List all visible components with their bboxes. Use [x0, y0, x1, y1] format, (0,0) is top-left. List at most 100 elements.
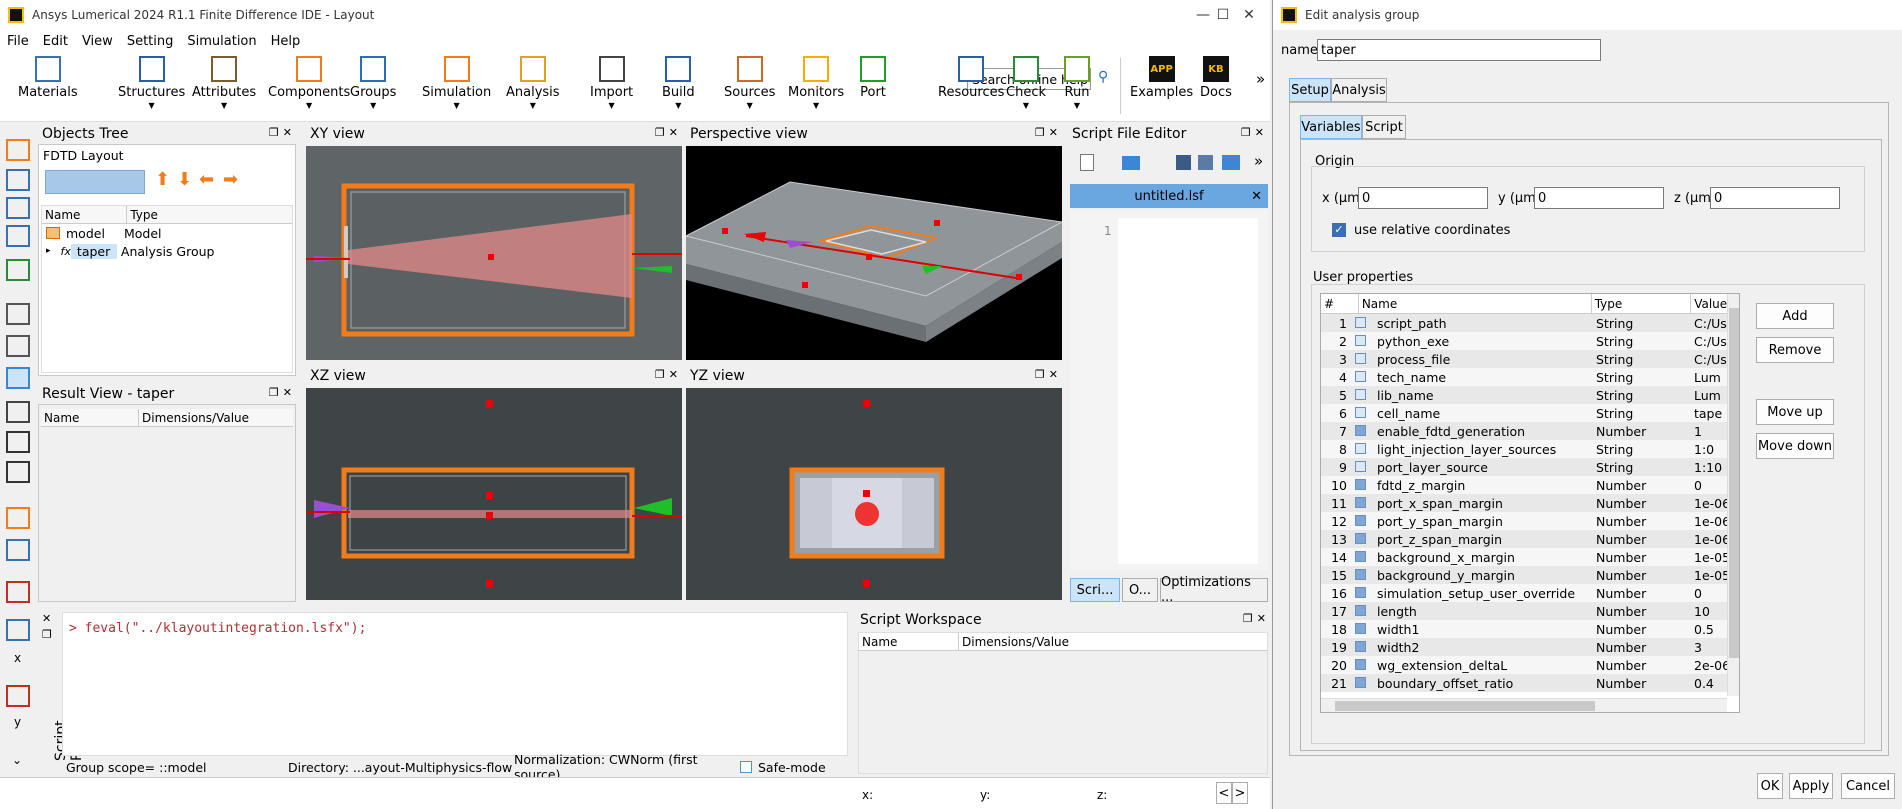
- origin-y-input[interactable]: [1534, 187, 1664, 209]
- dropdown-arrow-icon[interactable]: ▼: [1023, 102, 1029, 110]
- property-row[interactable]: 4 tech_name String Lum: [1321, 368, 1727, 386]
- property-row[interactable]: 2 python_exe String C:/Us: [1321, 332, 1727, 350]
- dropdown-arrow-icon[interactable]: ▼: [306, 102, 312, 110]
- property-row[interactable]: 8 light_injection_layer_sources String 1:0: [1321, 440, 1727, 458]
- chevron-down-icon[interactable]: ⌄: [12, 753, 22, 767]
- x-slice-icon[interactable]: [6, 581, 30, 603]
- float-icon[interactable]: ❐: [655, 126, 665, 139]
- table-icon[interactable]: [6, 507, 30, 529]
- hscroll-thumb[interactable]: [1335, 701, 1595, 711]
- property-row[interactable]: 6 cell_name String tape: [1321, 404, 1727, 422]
- add-button[interactable]: Add: [1756, 303, 1834, 329]
- trash-icon[interactable]: [6, 259, 30, 281]
- close-panel-icon[interactable]: ✕: [1257, 612, 1266, 625]
- close-panel-icon[interactable]: ✕: [283, 386, 292, 399]
- tab-variables[interactable]: Variables: [1300, 115, 1362, 139]
- tab-optimizations[interactable]: Optimizations ...: [1160, 575, 1268, 605]
- origin-x-input[interactable]: [1358, 187, 1488, 209]
- menu-edit[interactable]: Edit: [36, 34, 75, 49]
- menu-help[interactable]: Help: [264, 34, 308, 49]
- property-row[interactable]: 3 process_file String C:/Us: [1321, 350, 1727, 368]
- float-icon[interactable]: ✕: [42, 612, 51, 625]
- arrow-left-icon[interactable]: ⬅: [199, 169, 214, 190]
- dropdown-arrow-icon[interactable]: ▼: [370, 102, 376, 110]
- name-input[interactable]: [1317, 39, 1601, 61]
- property-row[interactable]: 9 port_layer_source String 1:10: [1321, 458, 1727, 476]
- menu-simulation[interactable]: Simulation: [180, 34, 263, 49]
- next-button[interactable]: >: [1232, 782, 1248, 804]
- run-button[interactable]: Run ▼: [1064, 56, 1090, 110]
- docs-button[interactable]: KB Docs: [1200, 56, 1232, 100]
- menu-file[interactable]: File: [0, 34, 36, 49]
- vertical-scrollbar[interactable]: [1727, 294, 1739, 696]
- sources-button[interactable]: Sources ▼: [724, 56, 775, 110]
- property-row[interactable]: 11 port_x_span_margin Number 1e-06: [1321, 494, 1727, 512]
- folder-icon[interactable]: [1222, 155, 1240, 170]
- remove-button[interactable]: Remove: [1756, 337, 1834, 363]
- zoom-icon[interactable]: [6, 335, 30, 357]
- multi-shape-icon[interactable]: [6, 225, 30, 247]
- script-editor-tab[interactable]: untitled.lsf ✕: [1070, 184, 1268, 208]
- xz-view-canvas[interactable]: [306, 388, 682, 600]
- close-panel-icon[interactable]: ✕: [283, 126, 292, 139]
- groups-button[interactable]: Groups ▼: [350, 56, 396, 110]
- cancel-button[interactable]: Cancel: [1841, 773, 1895, 799]
- dropdown-arrow-icon[interactable]: ▼: [149, 102, 155, 110]
- arrow-down-icon[interactable]: ⬇: [177, 169, 192, 190]
- relative-coords-checkbox[interactable]: ✓: [1332, 223, 1346, 237]
- expand-arrow-icon[interactable]: ▸: [46, 246, 51, 256]
- property-row[interactable]: 16 simulation_setup_user_override Number 0: [1321, 584, 1727, 602]
- components-button[interactable]: Components ▼: [268, 56, 350, 110]
- property-row[interactable]: 18 width1 Number 0.5: [1321, 620, 1727, 638]
- ruler-icon[interactable]: [6, 401, 30, 423]
- resources-button[interactable]: Resources: [938, 56, 1004, 100]
- property-row[interactable]: 15 background_y_margin Number 1e-05: [1321, 566, 1727, 584]
- property-row[interactable]: 19 width2 Number 3: [1321, 638, 1727, 656]
- col-type[interactable]: Type: [1592, 294, 1692, 313]
- close-panel-icon[interactable]: ✕: [1049, 368, 1058, 381]
- xy-view-canvas[interactable]: [306, 146, 682, 360]
- tab-output[interactable]: O...: [1122, 578, 1158, 602]
- ok-button[interactable]: OK: [1757, 773, 1783, 799]
- property-row[interactable]: 21 boundary_offset_ratio Number 0.4: [1321, 674, 1727, 692]
- arrow-right-icon[interactable]: ➡: [223, 169, 238, 190]
- tab-script-prompt[interactable]: Scri...: [1070, 578, 1120, 602]
- float-icon[interactable]: ❐: [269, 126, 279, 139]
- float-icon[interactable]: ❐: [269, 386, 279, 399]
- pyramid-icon[interactable]: [6, 169, 30, 191]
- toolbar-more-icon[interactable]: »: [1256, 70, 1265, 88]
- property-row[interactable]: 14 background_x_margin Number 1e-05: [1321, 548, 1727, 566]
- close-panel-icon[interactable]: ✕: [1255, 126, 1264, 139]
- editor-more-icon[interactable]: »: [1254, 152, 1263, 170]
- close-icon[interactable]: ✕: [1226, 0, 1272, 30]
- xy-slice-icon[interactable]: [6, 619, 30, 641]
- search-icon[interactable]: ⚲: [1098, 69, 1108, 85]
- simulation-button[interactable]: Simulation ▼: [422, 56, 491, 110]
- float-icon[interactable]: ❐: [1035, 126, 1045, 139]
- dropdown-arrow-icon[interactable]: ▼: [1074, 102, 1080, 110]
- origin-z-input[interactable]: [1710, 187, 1840, 209]
- open-file-icon[interactable]: [1122, 156, 1140, 170]
- tab-analysis[interactable]: Analysis: [1331, 78, 1387, 102]
- tree-row-model[interactable]: model Model: [42, 224, 292, 242]
- port-button[interactable]: Port: [860, 56, 886, 100]
- tab-setup[interactable]: Setup: [1289, 78, 1331, 102]
- pencil-icon[interactable]: [6, 139, 30, 161]
- apply-button[interactable]: Apply: [1789, 773, 1833, 799]
- close-panel-icon[interactable]: ✕: [669, 126, 678, 139]
- scroll-thumb[interactable]: [1729, 308, 1739, 658]
- move-icon[interactable]: [6, 367, 30, 389]
- yz-view-canvas[interactable]: [686, 388, 1062, 600]
- attributes-button[interactable]: Attributes ▼: [192, 56, 256, 110]
- col-number[interactable]: #: [1321, 294, 1359, 313]
- dropdown-arrow-icon[interactable]: ▼: [221, 102, 227, 110]
- close-panel-icon[interactable]: ✕: [1049, 126, 1058, 139]
- tab-script[interactable]: Script: [1362, 115, 1406, 139]
- dropdown-arrow-icon[interactable]: ▼: [454, 102, 460, 110]
- property-row[interactable]: 13 port_z_span_margin Number 1e-06: [1321, 530, 1727, 548]
- save-as-icon[interactable]: [1198, 155, 1213, 170]
- float-icon[interactable]: ❐: [1241, 126, 1251, 139]
- code-area[interactable]: [1118, 218, 1258, 564]
- float-icon[interactable]: ❐: [1035, 368, 1045, 381]
- dropdown-arrow-icon[interactable]: ▼: [813, 102, 819, 110]
